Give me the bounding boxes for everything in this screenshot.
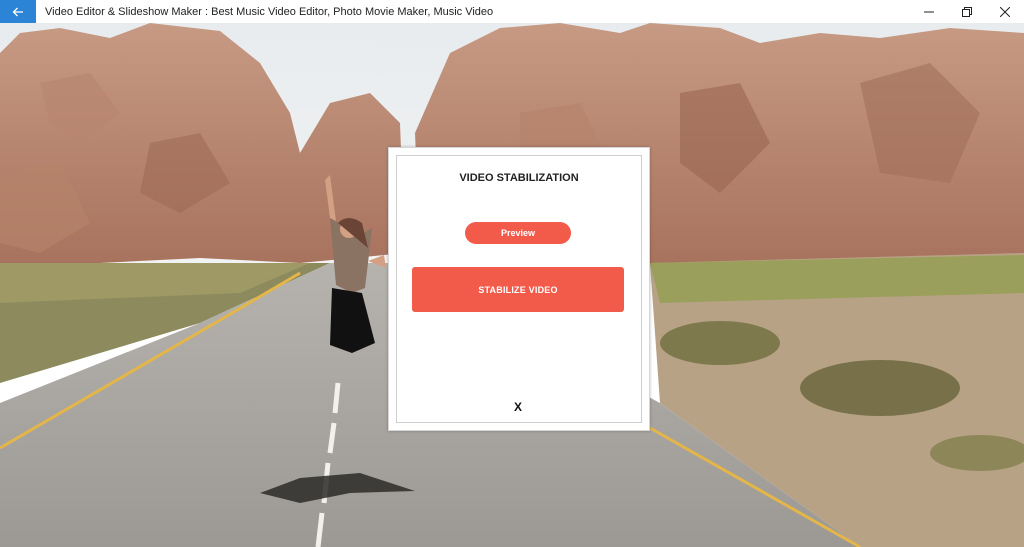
- dialog-close-button[interactable]: X: [508, 400, 528, 416]
- restore-icon: [962, 6, 972, 17]
- app-title: Video Editor & Slideshow Maker : Best Mu…: [45, 5, 494, 18]
- close-button[interactable]: [986, 0, 1024, 23]
- maximize-button[interactable]: [948, 0, 986, 23]
- title-bar: Video Editor & Slideshow Maker : Best Mu…: [0, 0, 1024, 23]
- arrow-left-icon: [12, 7, 23, 16]
- minimize-button[interactable]: [910, 0, 948, 23]
- preview-button[interactable]: Preview: [465, 222, 571, 244]
- dialog-panel: VIDEO STABILIZATION Preview STABILIZE VI…: [396, 155, 642, 423]
- minimize-icon: [924, 11, 934, 12]
- close-icon: [1000, 6, 1010, 17]
- window-controls: [910, 0, 1024, 23]
- stabilization-dialog: VIDEO STABILIZATION Preview STABILIZE VI…: [388, 147, 650, 431]
- stabilize-video-button[interactable]: STABILIZE VIDEO: [412, 267, 624, 312]
- back-button[interactable]: [0, 0, 36, 23]
- dialog-title: VIDEO STABILIZATION: [459, 172, 579, 184]
